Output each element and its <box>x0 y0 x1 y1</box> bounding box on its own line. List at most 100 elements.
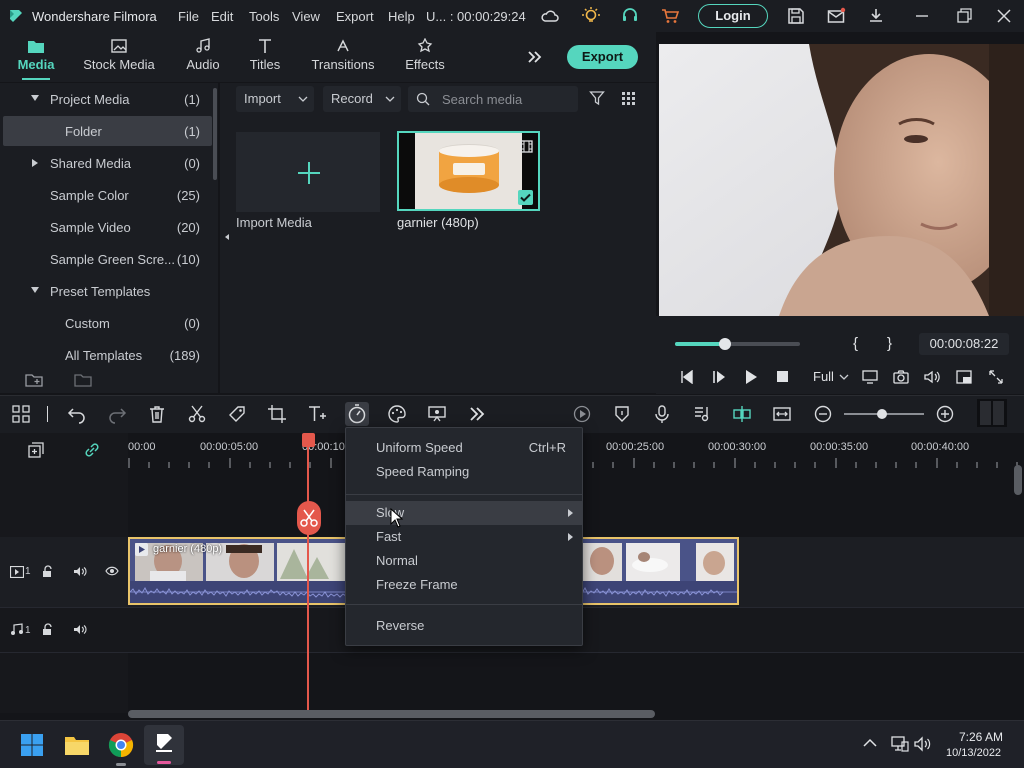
tree-item-custom[interactable]: Custom (0) <box>0 308 212 338</box>
lock-icon[interactable] <box>42 623 54 636</box>
preview-progress-handle[interactable] <box>719 338 731 350</box>
import-dropdown[interactable]: Import <box>236 86 314 112</box>
panel-layout-icon[interactable] <box>977 399 1007 427</box>
zoom-in-icon[interactable] <box>935 404 955 424</box>
playhead-line[interactable] <box>307 440 309 712</box>
clock-time[interactable]: 7:26 AM <box>959 730 1003 744</box>
close-icon[interactable] <box>994 6 1014 26</box>
color-palette-icon[interactable] <box>387 404 407 424</box>
new-folder-icon[interactable] <box>25 372 43 388</box>
cut-scissors-icon[interactable] <box>187 404 207 424</box>
collapse-panel-icon[interactable] <box>223 233 231 241</box>
menu-tools[interactable]: Tools <box>249 9 279 24</box>
split-scissors-button[interactable] <box>297 501 321 535</box>
play-icon[interactable] <box>744 369 758 385</box>
cloud-icon[interactable] <box>540 6 560 26</box>
export-button[interactable]: Export <box>567 45 638 69</box>
record-dropdown[interactable]: Record <box>323 86 401 112</box>
lightbulb-icon[interactable] <box>581 6 601 26</box>
menu-help[interactable]: Help <box>388 9 415 24</box>
speaker-volume-icon[interactable] <box>914 736 932 752</box>
minimize-icon[interactable] <box>912 6 932 26</box>
quality-dropdown[interactable]: Full <box>813 369 834 384</box>
mail-icon[interactable] <box>826 6 846 26</box>
zoom-slider-handle[interactable] <box>877 409 887 419</box>
menu-item-speed-ramping[interactable]: Speed Ramping <box>346 460 582 484</box>
tree-item-sample-video[interactable]: Sample Video (20) <box>0 212 212 242</box>
cart-icon[interactable] <box>660 6 680 26</box>
chrome-browser-icon[interactable] <box>108 732 134 758</box>
chevron-up-icon[interactable] <box>863 738 877 748</box>
tree-item-sample-color[interactable]: Sample Color (25) <box>0 180 212 210</box>
speed-button[interactable] <box>345 402 369 426</box>
previous-frame-icon[interactable] <box>680 370 694 384</box>
menu-item-freeze-frame[interactable]: Freeze Frame <box>346 573 582 597</box>
menu-edit[interactable]: Edit <box>211 9 233 24</box>
eye-visibility-icon[interactable] <box>105 566 119 576</box>
tab-audio[interactable]: Audio <box>178 32 228 82</box>
fullscreen-icon[interactable] <box>987 368 1005 386</box>
delete-trash-icon[interactable] <box>147 404 167 424</box>
more-tools-icon[interactable] <box>467 404 487 424</box>
tree-item-folder[interactable]: Folder (1) <box>3 116 212 146</box>
tree-item-sample-green-screen[interactable]: Sample Green Scre... (10) <box>0 244 212 274</box>
timeline-vertical-scrollbar[interactable] <box>1014 465 1022 495</box>
menu-item-fast[interactable]: Fast <box>346 525 582 549</box>
render-preview-icon[interactable] <box>861 368 879 386</box>
windows-start-icon[interactable] <box>20 733 44 757</box>
mute-speaker-icon[interactable] <box>73 623 87 636</box>
menu-file[interactable]: File <box>178 9 199 24</box>
redo-icon[interactable] <box>107 404 127 424</box>
grid-view-icon[interactable] <box>621 91 636 106</box>
import-media-tile[interactable] <box>236 132 380 212</box>
snapshot-camera-icon[interactable] <box>892 368 910 386</box>
play-frame-icon[interactable] <box>712 370 726 384</box>
menu-item-uniform-speed[interactable]: Uniform Speed Ctrl+R <box>346 436 582 460</box>
tree-item-preset-templates[interactable]: Preset Templates <box>0 276 212 306</box>
network-monitor-icon[interactable] <box>891 736 909 752</box>
tree-item-all-templates[interactable]: All Templates (189) <box>0 340 212 370</box>
menu-export[interactable]: Export <box>336 9 374 24</box>
green-screen-icon[interactable] <box>427 404 447 424</box>
tab-effects[interactable]: Effects <box>398 32 452 82</box>
folder-icon[interactable] <box>74 372 92 388</box>
tree-item-shared-media[interactable]: Shared Media (0) <box>0 148 212 178</box>
fit-timeline-icon[interactable] <box>772 404 792 424</box>
tab-media[interactable]: Media <box>8 32 64 82</box>
crop-icon[interactable] <box>267 404 287 424</box>
search-input[interactable]: Search media <box>408 86 578 112</box>
marker-shield-icon[interactable] <box>612 404 632 424</box>
caret-down-icon[interactable] <box>31 287 39 293</box>
mute-speaker-icon[interactable] <box>73 565 87 578</box>
tag-icon[interactable] <box>227 404 247 424</box>
auto-highlight-icon[interactable] <box>572 404 592 424</box>
stop-icon[interactable] <box>777 371 789 383</box>
more-tabs-icon[interactable] <box>526 49 544 65</box>
login-button[interactable]: Login <box>698 4 768 28</box>
layout-grid-icon[interactable] <box>11 404 31 424</box>
add-text-icon[interactable] <box>307 404 327 424</box>
filter-icon[interactable] <box>589 90 605 106</box>
audio-mixer-icon[interactable] <box>692 404 712 424</box>
menu-item-normal[interactable]: Normal <box>346 549 582 573</box>
tab-stock-media[interactable]: Stock Media <box>78 32 160 82</box>
playhead-handle[interactable] <box>302 433 315 447</box>
restore-icon[interactable] <box>954 6 974 26</box>
tree-scrollbar[interactable] <box>213 88 217 180</box>
filmora-taskbar-button[interactable] <box>144 725 184 765</box>
snap-magnet-icon[interactable] <box>732 404 752 424</box>
media-clip-thumbnail[interactable] <box>397 131 540 211</box>
pip-icon[interactable] <box>955 368 973 386</box>
download-icon[interactable] <box>866 6 886 26</box>
lock-icon[interactable] <box>42 565 54 578</box>
tree-item-project-media[interactable]: Project Media (1) <box>0 84 212 114</box>
tab-titles[interactable]: Titles <box>240 32 290 82</box>
menu-item-slow[interactable]: Slow <box>346 501 582 525</box>
mark-out-button[interactable]: } <box>887 335 892 352</box>
chevron-down-icon[interactable] <box>839 373 849 381</box>
link-icon[interactable] <box>83 441 101 459</box>
tab-transitions[interactable]: Transitions <box>306 32 380 82</box>
mark-in-button[interactable]: { <box>853 335 858 352</box>
add-track-icon[interactable] <box>27 441 45 459</box>
save-icon[interactable] <box>786 6 806 26</box>
